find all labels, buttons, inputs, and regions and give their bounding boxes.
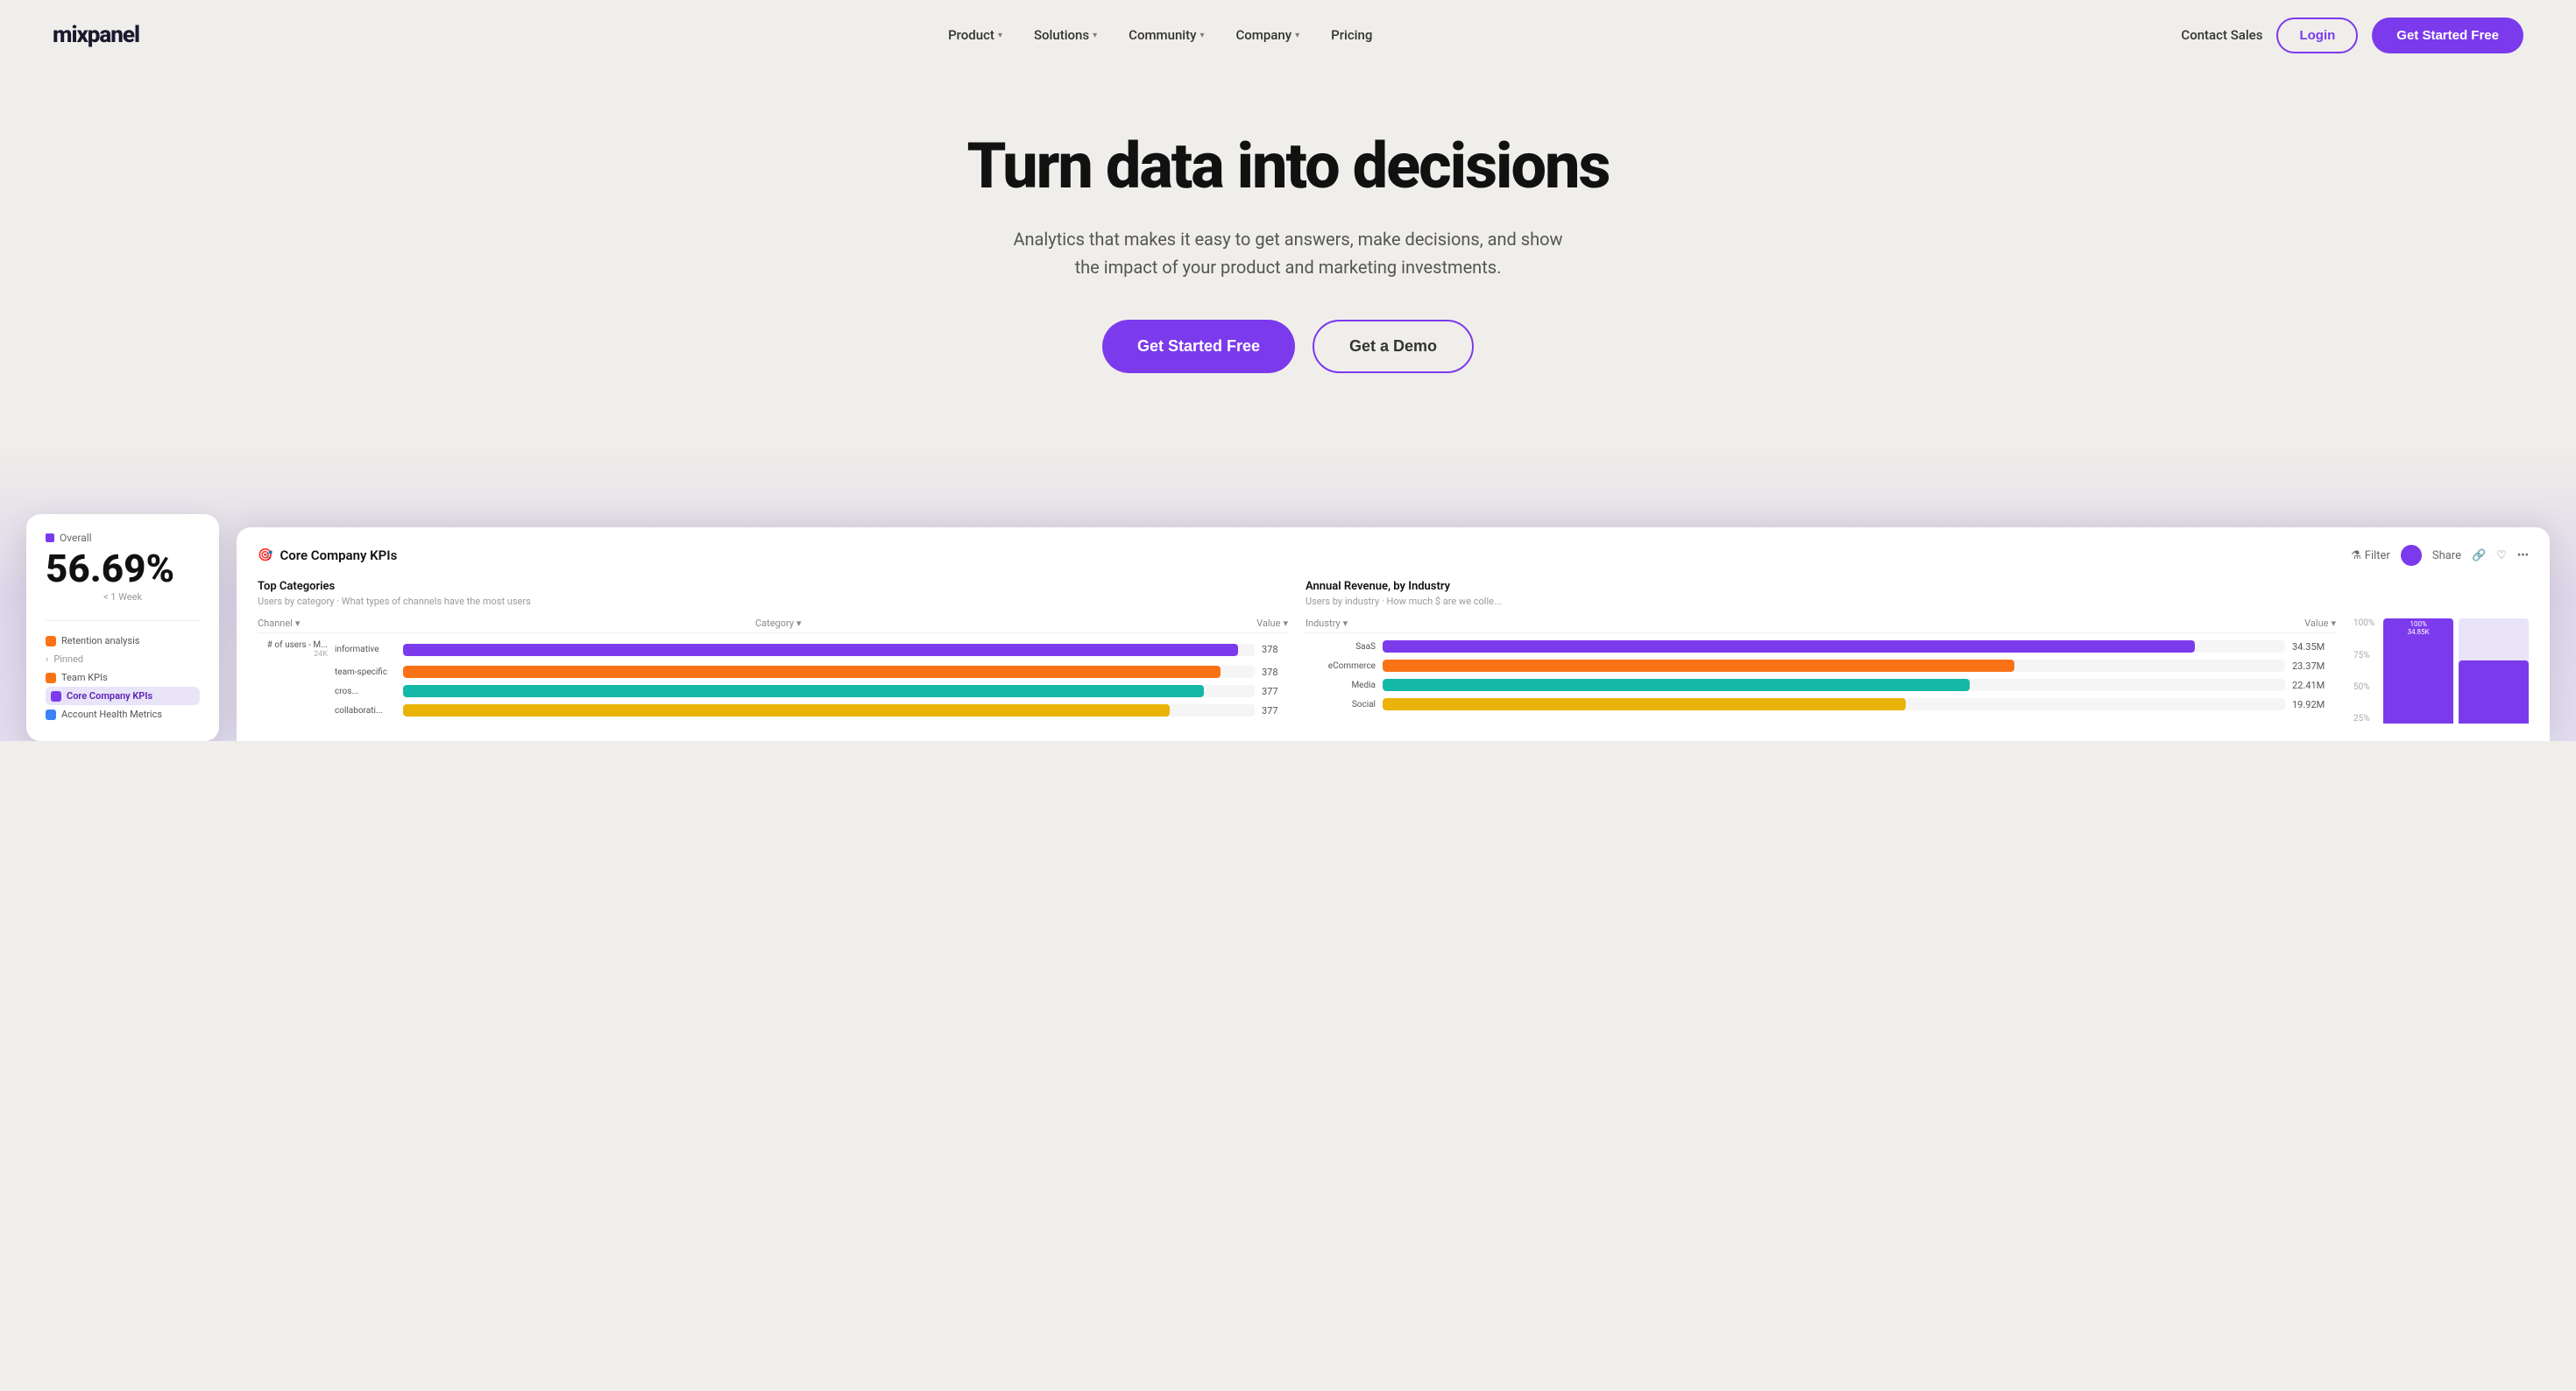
hero-get-started-button[interactable]: Get Started Free <box>1102 320 1295 373</box>
annual-revenue-section: Annual Revenue, by Industry Users by ind… <box>1306 580 2336 724</box>
col-header-category: Category ▾ <box>755 618 802 629</box>
sort-icon: ▾ <box>2331 618 2336 629</box>
col-headers: Channel ▾ Category ▾ Value ▾ <box>258 618 1288 633</box>
heart-action[interactable]: ♡ <box>2496 549 2507 562</box>
sidebar-item-active[interactable]: Core Company KPIs <box>46 687 200 705</box>
table-row: collaborati... 377 <box>258 704 1288 717</box>
sidebar-item[interactable]: Retention analysis <box>46 632 200 650</box>
sidebar-item[interactable]: Account Health Metrics <box>46 705 200 724</box>
table-row: eCommerce 23.37M <box>1306 660 2336 672</box>
hero-headline: Turn data into decisions <box>894 131 1682 201</box>
avatar <box>2401 545 2422 566</box>
chevron-icon: › <box>46 653 48 665</box>
hero-subheadline: Analytics that makes it easy to get answ… <box>1008 225 1568 281</box>
table-row: Media 22.41M <box>1306 679 2336 691</box>
filter-action[interactable]: ⚗ Filter <box>2351 549 2390 562</box>
pinned-header: › Pinned <box>46 650 200 668</box>
col-header-channel: Channel ▾ <box>258 618 300 629</box>
table-row: # of users - M... 24K informative 378 <box>258 640 1288 659</box>
chart-bar-1: 100%34.85K <box>2383 618 2453 724</box>
sort-icon: ▾ <box>1283 618 1288 629</box>
sort-icon: ▾ <box>295 618 301 629</box>
nav-actions: Contact Sales Login Get Started Free <box>2181 18 2523 53</box>
purple-dot <box>46 533 54 542</box>
icon <box>46 673 56 683</box>
share-action[interactable]: Share <box>2432 549 2461 562</box>
dashboard-title: 🎯 Core Company KPIs <box>258 547 397 563</box>
chevron-down-icon: ▾ <box>1200 31 1204 40</box>
nav-item-solutions[interactable]: Solutions ▾ <box>1022 20 1109 50</box>
nav-item-pricing[interactable]: Pricing <box>1319 20 1384 50</box>
col-header-value: Value ▾ <box>1256 618 1288 629</box>
table-row: cros... 377 <box>258 685 1288 697</box>
dashboard-emoji: 🎯 <box>258 548 272 562</box>
floating-stats-card: Overall 56.69% < 1 Week Retention analys… <box>26 514 219 741</box>
table-row: SaaS 34.35M <box>1306 640 2336 653</box>
nav-item-product[interactable]: Product ▾ <box>936 20 1015 50</box>
chart-bars: 100%34.85K <box>2383 618 2529 724</box>
col-header-value: Value ▾ <box>2304 618 2336 629</box>
chevron-down-icon: ▾ <box>1295 31 1299 40</box>
navbar: mixpanel Product ▾ Solutions ▾ Community… <box>0 0 2576 70</box>
icon <box>46 710 56 720</box>
chevron-down-icon: ▾ <box>1093 31 1097 40</box>
get-started-nav-button[interactable]: Get Started Free <box>2372 18 2523 53</box>
icon <box>46 636 56 646</box>
hero-section: Turn data into decisions Analytics that … <box>0 70 2576 373</box>
dashboard-main-panel: 🎯 Core Company KPIs ⚗ Filter Share 🔗 ♡ •… <box>237 527 2550 741</box>
table-row: team-specific 378 <box>258 666 1288 678</box>
metric-sub-label: < 1 Week <box>46 591 200 603</box>
big-metric: 56.69% <box>46 549 200 588</box>
nav-item-company[interactable]: Company ▾ <box>1224 20 1313 50</box>
link-action[interactable]: 🔗 <box>2472 549 2486 562</box>
nav-links: Product ▾ Solutions ▾ Community ▾ Compan… <box>936 20 1384 50</box>
top-categories-section: Top Categories Users by category · What … <box>258 580 1288 724</box>
chart-y-labels: 100% 75% 50% 25% <box>2353 618 2380 724</box>
table-row: Social 19.92M <box>1306 698 2336 710</box>
card-label: Overall <box>46 532 200 544</box>
dashboard-preview: Overall 56.69% < 1 Week Retention analys… <box>0 443 2576 741</box>
dashboard-header: 🎯 Core Company KPIs ⚗ Filter Share 🔗 ♡ •… <box>258 545 2529 566</box>
nav-item-community[interactable]: Community ▾ <box>1116 20 1216 50</box>
filter-icon: ⚗ <box>2351 549 2361 562</box>
bar-chart-section: 100% 75% 50% 25% 100%34.85K <box>2353 580 2529 724</box>
col-headers: Industry ▾ Value ▾ <box>1306 618 2336 633</box>
chart-bar-2 <box>2459 618 2529 724</box>
hero-get-demo-button[interactable]: Get a Demo <box>1313 320 1474 373</box>
col-header-industry: Industry ▾ <box>1306 618 1348 629</box>
chevron-down-icon: ▾ <box>998 31 1002 40</box>
sort-icon: ▾ <box>796 618 802 629</box>
dashboard-actions: ⚗ Filter Share 🔗 ♡ ••• <box>2351 545 2529 566</box>
icon <box>51 691 61 702</box>
sidebar-items: Retention analysis › Pinned Team KPIs Co… <box>46 620 200 724</box>
sidebar-item[interactable]: Team KPIs <box>46 668 200 687</box>
login-button[interactable]: Login <box>2276 18 2358 53</box>
logo[interactable]: mixpanel <box>53 22 139 48</box>
contact-sales-link[interactable]: Contact Sales <box>2181 27 2262 43</box>
hero-buttons: Get Started Free Get a Demo <box>18 320 2558 373</box>
dashboard-columns: Top Categories Users by category · What … <box>258 580 2529 724</box>
sort-icon: ▾ <box>1343 618 1348 629</box>
more-action[interactable]: ••• <box>2517 549 2529 562</box>
